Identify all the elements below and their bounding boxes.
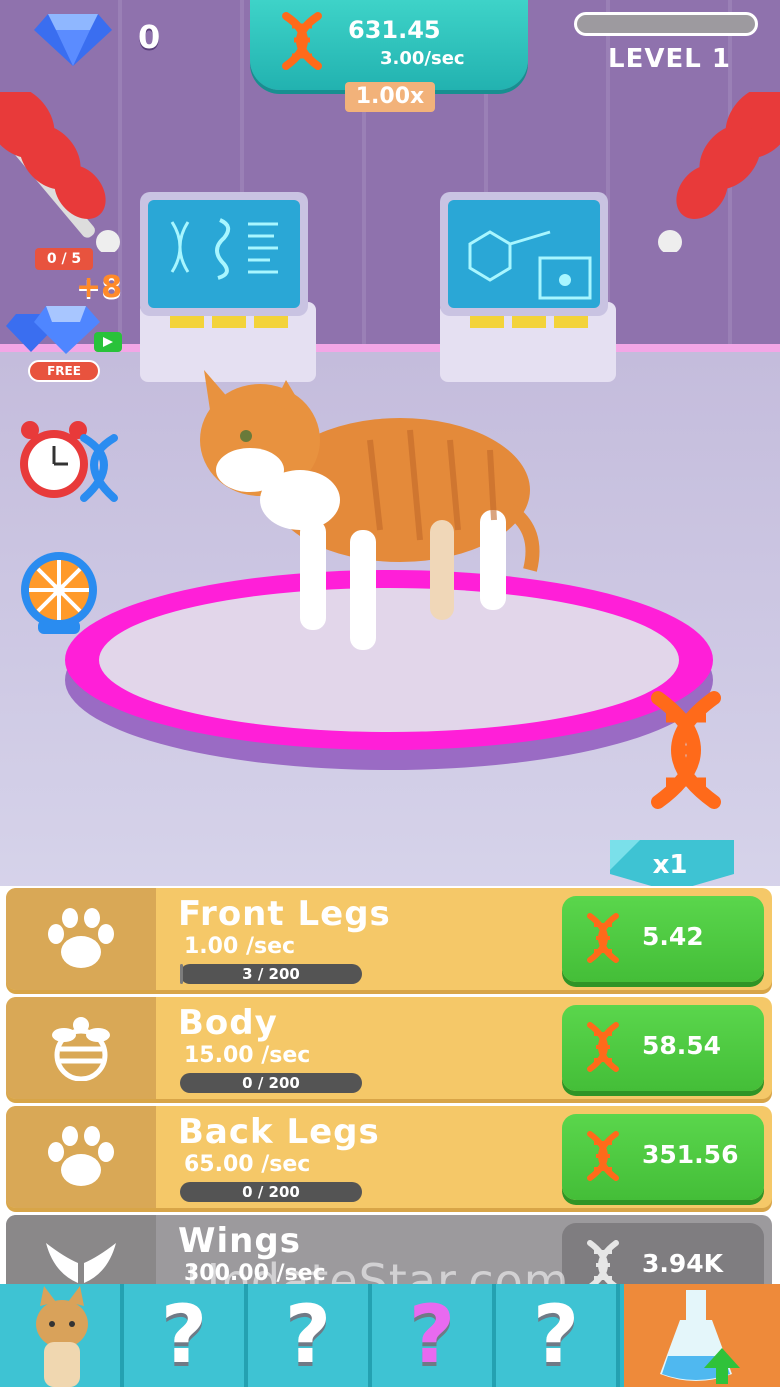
tab-locked-4[interactable]: ?: [496, 1284, 620, 1387]
dna-icon: [282, 12, 322, 70]
upgrade-name: Body: [178, 1003, 278, 1043]
dna-balance-panel: 631.45 3.00/sec: [250, 0, 528, 90]
upgrade-rate: 65.00 /sec: [184, 1152, 311, 1177]
tab-locked-1[interactable]: ?: [124, 1284, 248, 1387]
bee-icon: [52, 1017, 110, 1081]
upgrade-row-front-legs: Front Legs 1.00 /sec 3 / 200 5.42: [6, 888, 772, 990]
free-gems-button[interactable]: [6, 296, 126, 358]
tab-locked-3-label: ?: [408, 1288, 456, 1381]
upgrade-list: Front Legs 1.00 /sec 3 / 200 5.42 Body 1…: [0, 886, 780, 1317]
dna-total: 631.45: [348, 16, 441, 44]
buy-back-legs-button[interactable]: 351.56: [562, 1114, 764, 1200]
tab-lab[interactable]: [624, 1284, 780, 1387]
cat-icon: [36, 1286, 88, 1387]
upgrade-progress-fill: [180, 964, 183, 984]
game-scene: 0 631.45 3.00/sec 1.00x LEVEL 1 0 / 5 +8…: [0, 0, 780, 886]
dna-icon: [587, 1022, 619, 1072]
upgrade-rate: 1.00 /sec: [184, 934, 296, 959]
bottom-tab-bar: ? ? ? ?: [0, 1284, 780, 1387]
upgrade-progress: 0 / 200: [180, 1182, 362, 1202]
level-progress-bar: [574, 12, 758, 36]
dna-rate: 3.00/sec: [380, 48, 465, 69]
paw-icon: [48, 908, 114, 968]
gem-count: 0: [138, 18, 161, 56]
upgrade-progress-text: 0 / 200: [242, 1074, 300, 1092]
tab-locked-2[interactable]: ?: [248, 1284, 372, 1387]
molecule-monitor: [440, 192, 616, 382]
upgrade-price: 351.56: [642, 1140, 739, 1169]
upgrade-row-back-legs: Back Legs 65.00 /sec 0 / 200 351.56: [6, 1106, 772, 1208]
level-label: LEVEL 1: [608, 44, 731, 74]
time-boost-clock-icon[interactable]: [14, 418, 134, 502]
dna-monitor: [140, 192, 316, 382]
upgrade-progress: 0 / 200: [180, 1073, 362, 1093]
dna-icon: [587, 913, 619, 963]
upgrade-progress-text: 3 / 200: [242, 965, 300, 983]
dna-icon: [587, 1131, 619, 1181]
buy-body-button[interactable]: 58.54: [562, 1005, 764, 1091]
upgrade-rate: 15.00 /sec: [184, 1043, 311, 1068]
gem-icon: [34, 14, 112, 66]
paw-icon: [48, 1126, 114, 1186]
upgrade-name: Back Legs: [178, 1112, 380, 1152]
tab-locked-2-label: ?: [284, 1288, 332, 1381]
upgrade-progress-text: 0 / 200: [242, 1183, 300, 1201]
tab-cat[interactable]: [0, 1284, 124, 1387]
spin-wheel-icon[interactable]: [18, 550, 100, 640]
upgrade-progress: 3 / 200: [180, 964, 362, 984]
upgrade-price: 58.54: [642, 1031, 722, 1060]
buy-front-legs-button[interactable]: 5.42: [562, 896, 764, 982]
dumbbell-left-icon: [0, 92, 120, 252]
buy-multiplier-label[interactable]: x1: [610, 850, 730, 880]
free-badge[interactable]: FREE: [28, 360, 100, 382]
tab-locked-4-label: ?: [532, 1288, 580, 1381]
upgrade-price: 5.42: [642, 922, 704, 951]
cat-model: [200, 370, 540, 650]
tab-locked-3[interactable]: ?: [372, 1284, 496, 1387]
income-multiplier: 1.00x: [345, 82, 435, 112]
ad-counter: 0 / 5: [35, 248, 93, 270]
tab-locked-1-label: ?: [160, 1288, 208, 1381]
dna-collect-icon[interactable]: [638, 688, 734, 812]
upgrade-row-body: Body 15.00 /sec 0 / 200 58.54: [6, 997, 772, 1099]
upgrade-name: Front Legs: [178, 894, 391, 934]
dumbbell-right-icon: [658, 92, 780, 252]
upgrade-price: 3.94K: [642, 1249, 724, 1278]
flask-icon: [660, 1290, 740, 1384]
